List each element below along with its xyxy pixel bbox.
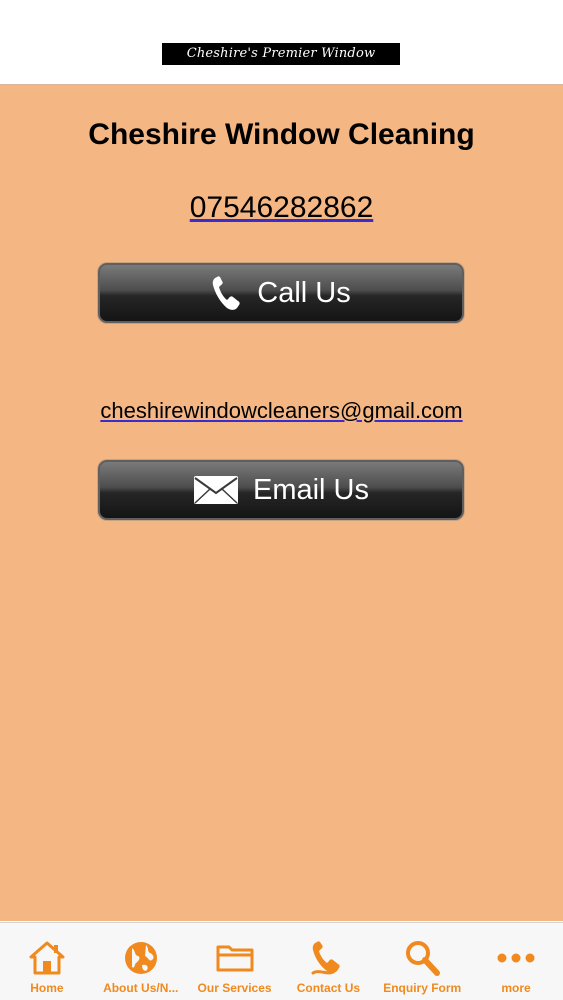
tab-enquiry-form-label: Enquiry Form (383, 981, 462, 995)
search-icon (377, 939, 467, 977)
phone-handset-icon (211, 274, 243, 312)
bottom-tab-bar: Home About Us/N... Our Services Contact … (0, 922, 563, 1000)
email-link[interactable]: cheshirewindowcleaners@gmail.com (0, 398, 563, 424)
tab-about-us[interactable]: About Us/N... (96, 923, 186, 1000)
page-title: Cheshire Window Cleaning (88, 118, 475, 151)
phone-icon (283, 939, 373, 977)
globe-icon (96, 939, 186, 977)
more-dots-icon (471, 939, 561, 977)
header-banner: Cheshire's Premier Window Cleaners (162, 43, 400, 83)
phone-link[interactable]: 07546282862 (0, 191, 563, 225)
call-us-button[interactable]: Call Us (98, 263, 464, 323)
tab-home[interactable]: Home (2, 923, 92, 1000)
tab-our-services-label: Our Services (197, 981, 272, 995)
tab-contact-us-label: Contact Us (296, 981, 361, 995)
tab-our-services[interactable]: Our Services (190, 923, 280, 1000)
email-us-label: Email Us (252, 473, 369, 506)
tab-more[interactable]: more (471, 923, 561, 1000)
tab-about-us-label: About Us/N... (103, 981, 179, 995)
tab-home-label: Home (30, 981, 64, 995)
tab-enquiry-form[interactable]: Enquiry Form (377, 923, 467, 1000)
tab-more-label: more (501, 981, 531, 995)
email-us-button[interactable]: Email Us (98, 460, 464, 520)
envelope-icon (193, 475, 239, 505)
call-us-label: Call Us (257, 276, 351, 309)
tab-contact-us[interactable]: Contact Us (283, 923, 373, 1000)
home-icon (2, 939, 92, 977)
folder-icon (190, 939, 280, 977)
header: Cheshire's Premier Window Cleaners (0, 0, 563, 85)
